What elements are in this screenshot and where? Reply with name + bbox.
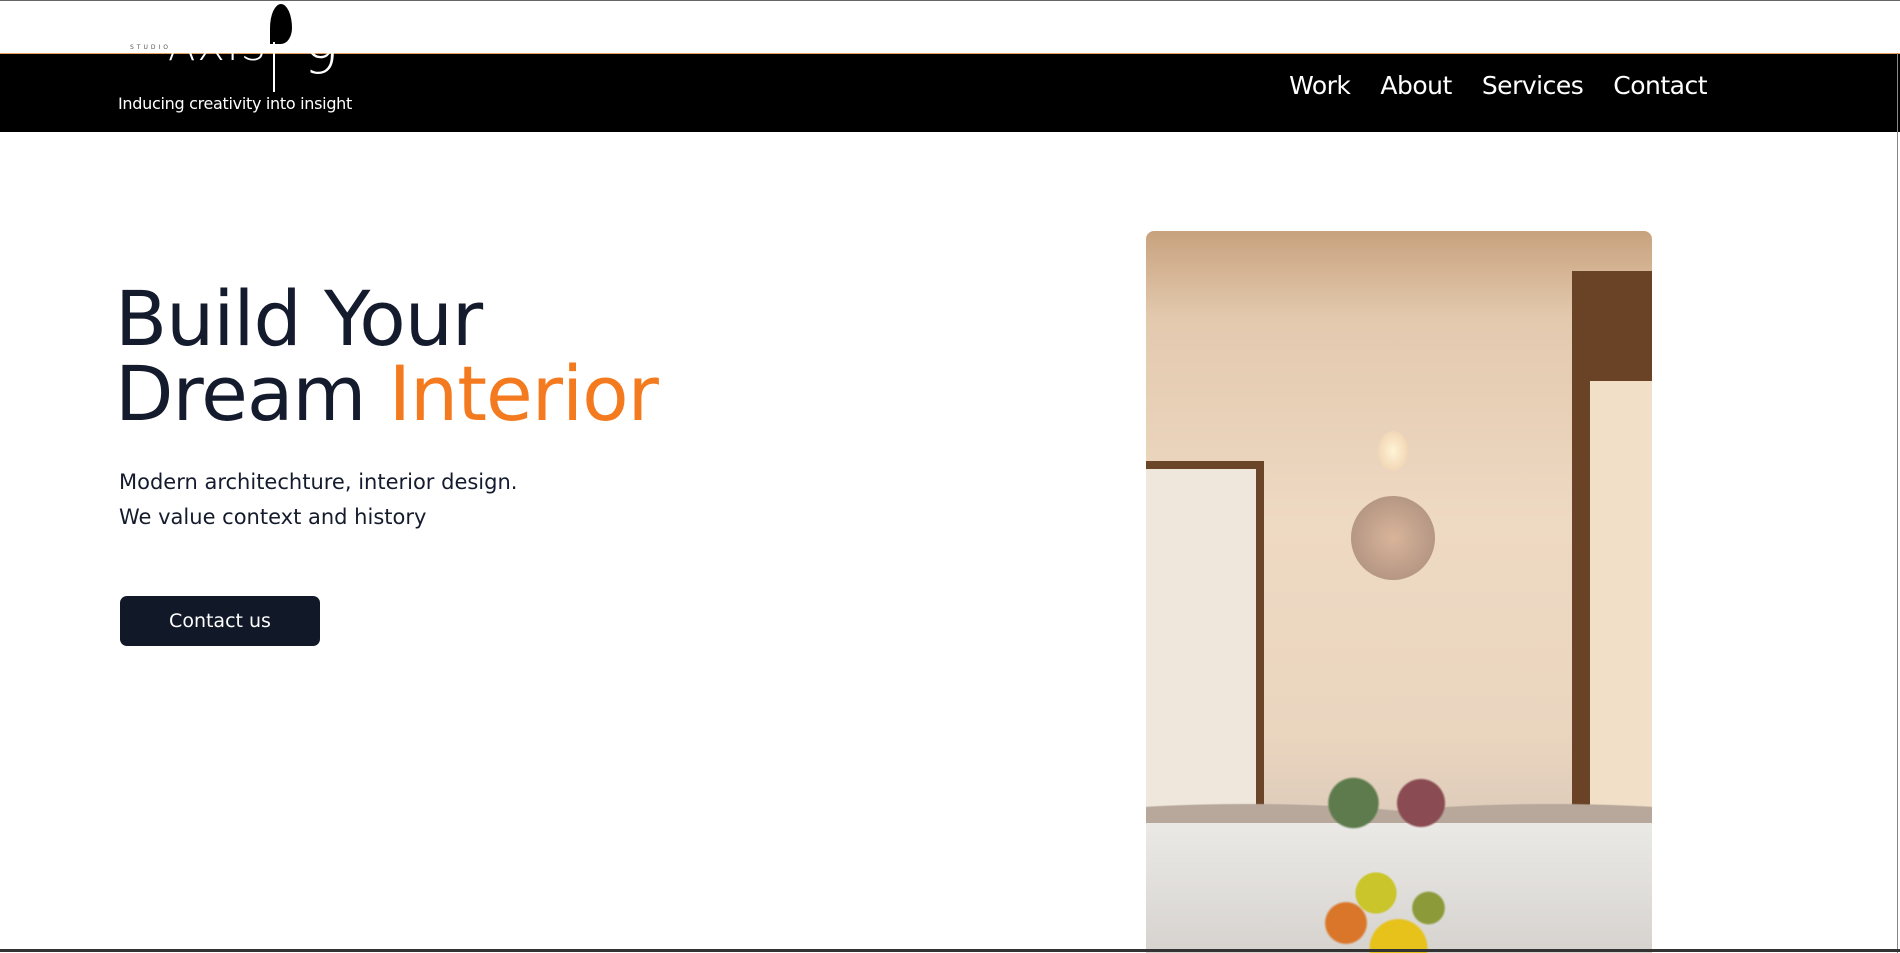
image-door-frame xyxy=(1572,271,1652,831)
image-round-mirror xyxy=(1351,496,1435,580)
logo-studio: STUDIO xyxy=(130,44,171,51)
hero-interior-image xyxy=(1146,231,1652,953)
page-right-border xyxy=(1897,53,1898,953)
hero-title: Build Your Dream Interior xyxy=(115,281,659,432)
image-wall-lamp xyxy=(1378,431,1408,471)
hero-subtitle: Modern architechture, interior design. W… xyxy=(119,465,517,535)
nav-work[interactable]: Work xyxy=(1289,71,1351,100)
logo-number: 9 xyxy=(303,22,339,87)
image-doorway xyxy=(1146,461,1264,817)
nav-about[interactable]: About xyxy=(1380,71,1452,100)
image-fruit-bowl xyxy=(1316,853,1466,953)
hero-title-plain: Dream xyxy=(115,349,366,438)
logo-divider xyxy=(273,42,275,92)
contact-us-button[interactable]: Contact us xyxy=(120,596,320,646)
main-nav: Work About Services Contact xyxy=(1289,71,1707,100)
site-header: STUDIO AXIS 9 Inducing creativity into i… xyxy=(0,4,1900,132)
logo[interactable]: STUDIO AXIS 9 Inducing creativity into i… xyxy=(118,2,352,122)
hero-title-accent: Interior xyxy=(388,349,659,438)
logo-name: AXIS xyxy=(168,24,268,70)
logo-tagline: Inducing creativity into insight xyxy=(118,94,352,113)
nav-services[interactable]: Services xyxy=(1482,71,1584,100)
logo-teardrop-icon xyxy=(270,4,292,44)
hero-subtitle-line2: We value context and history xyxy=(119,505,427,529)
nav-contact[interactable]: Contact xyxy=(1613,71,1707,100)
hero-subtitle-line1: Modern architechture, interior design. xyxy=(119,470,518,494)
